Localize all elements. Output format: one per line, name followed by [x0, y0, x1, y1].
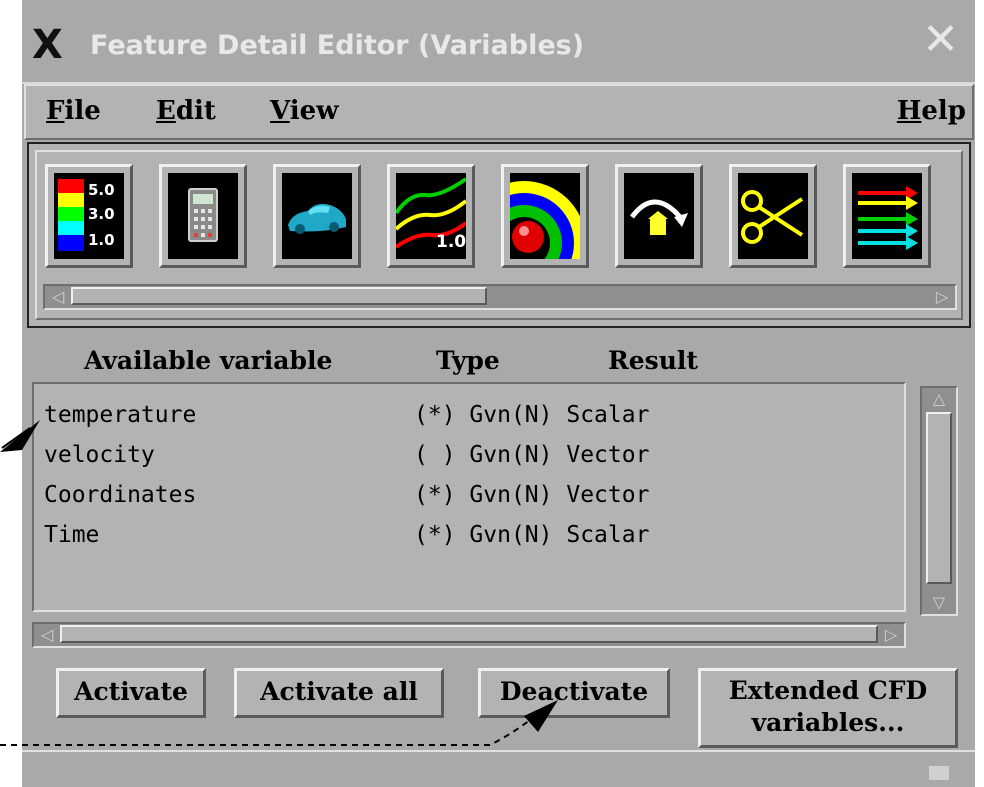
annotation-arrows: [0, 420, 558, 746]
callout-arrow-deactivate-icon: [524, 700, 558, 732]
callout-line-dashed: [0, 719, 531, 746]
